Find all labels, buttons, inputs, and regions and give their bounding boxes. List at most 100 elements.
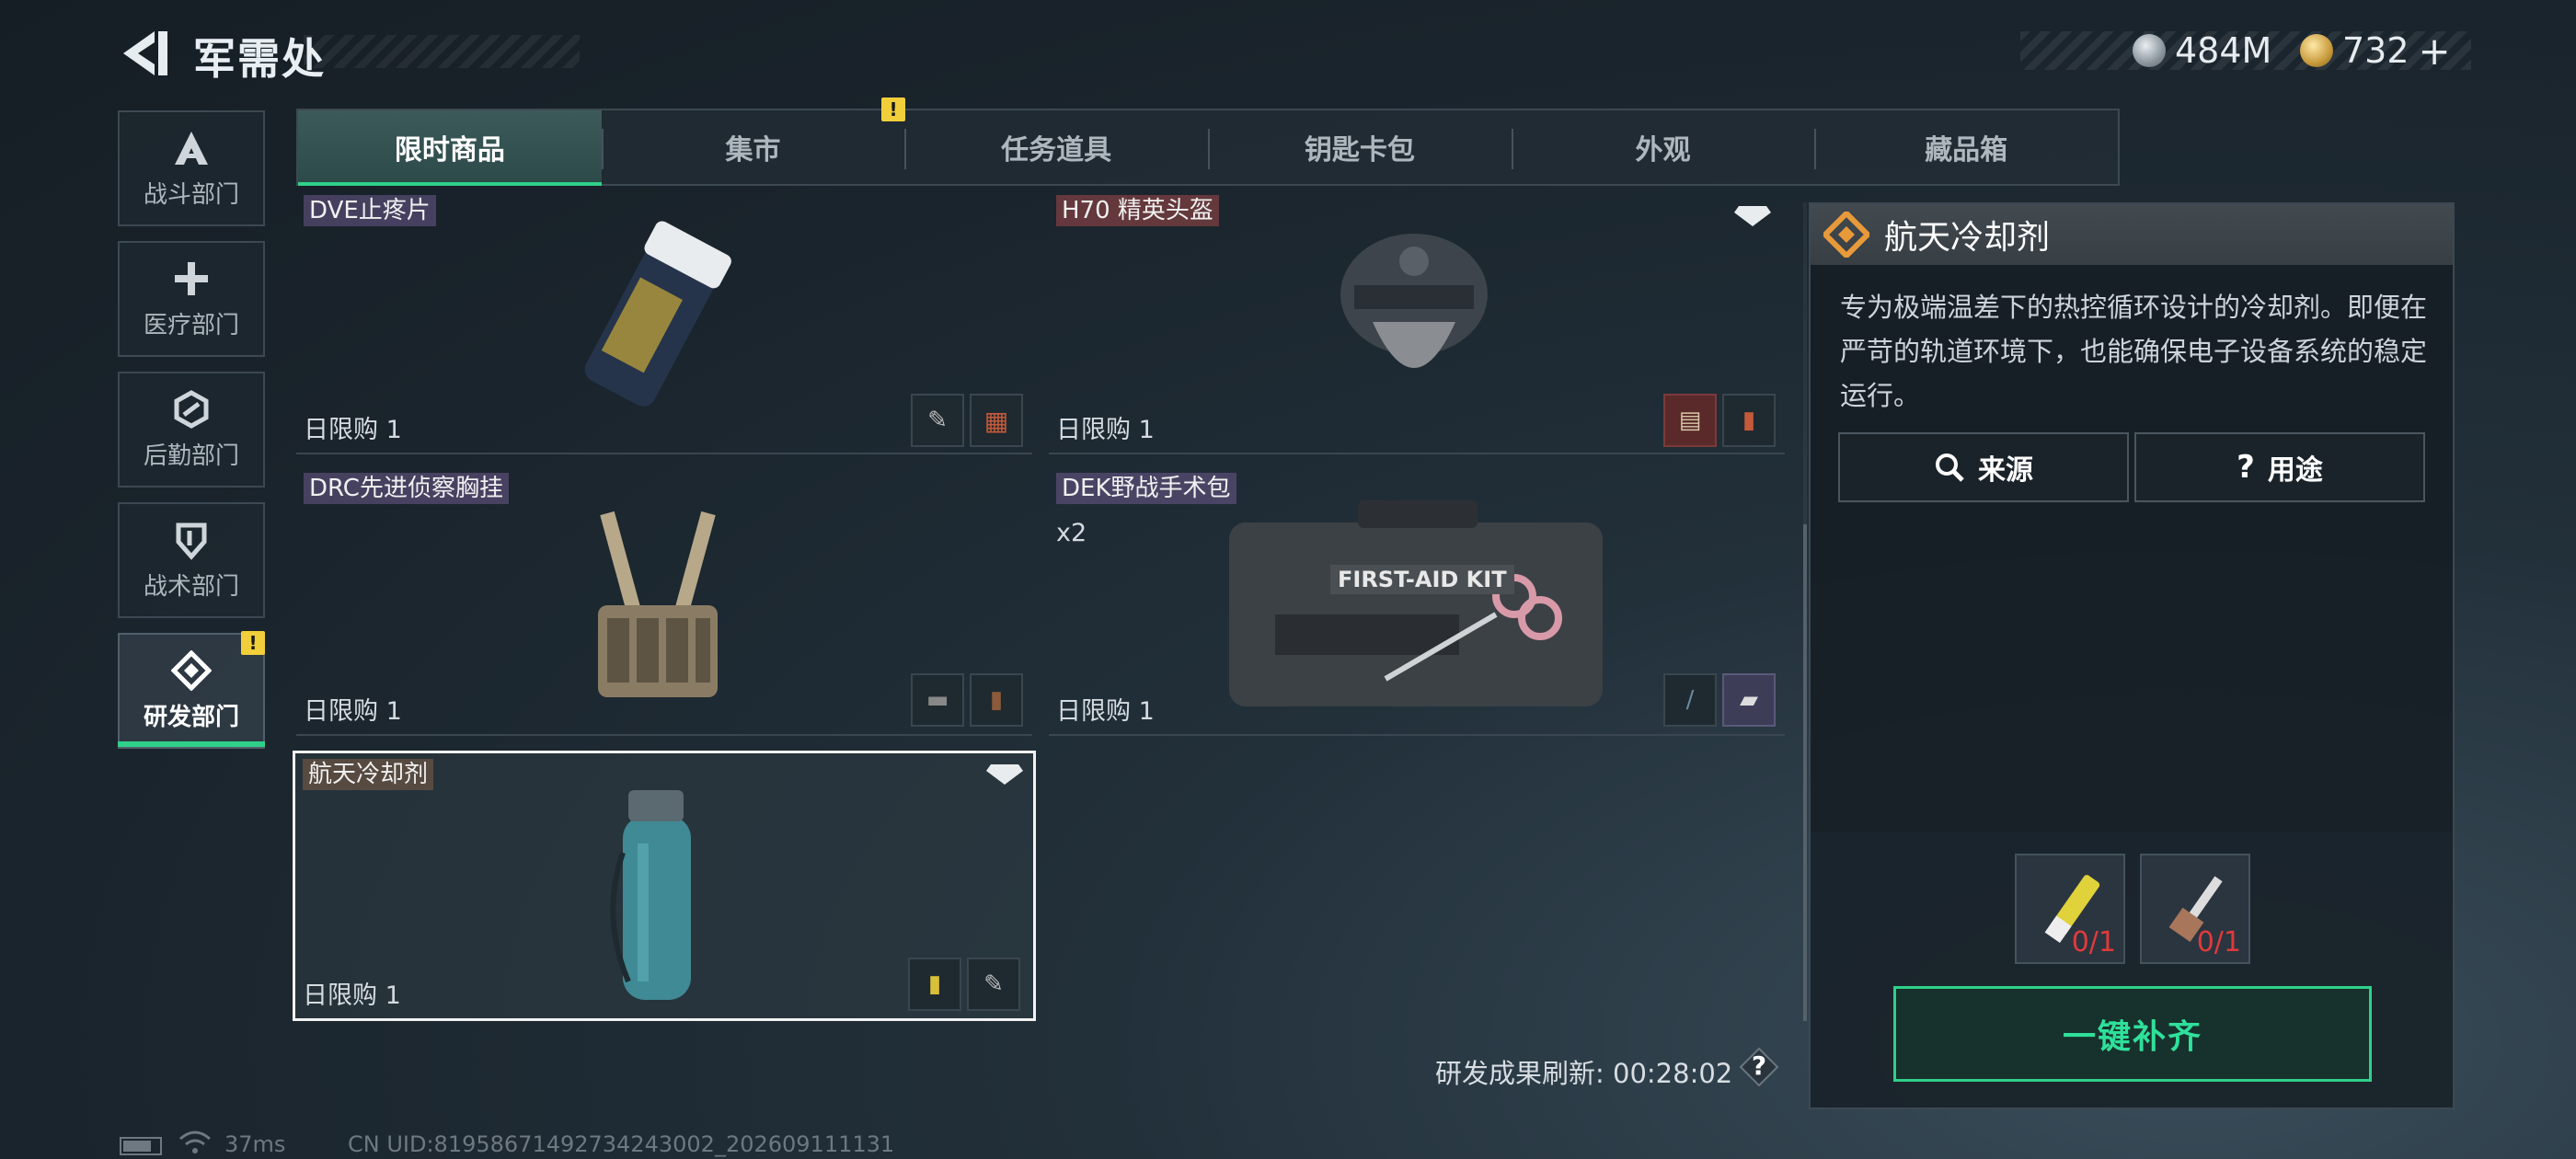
brush-icon: ✎ (983, 970, 1004, 998)
material-slot[interactable]: ▮ (970, 673, 1023, 727)
coolant-tank-icon (610, 790, 691, 1000)
helmet-icon (1340, 234, 1488, 368)
diamond-icon (986, 764, 1023, 785)
purchase-limit: 日限购 1 (304, 416, 402, 444)
tab-limited-items[interactable]: 限时商品 (298, 110, 602, 186)
kit-label: FIRST-AID KIT (1330, 565, 1514, 594)
painkiller-bottle-icon (584, 221, 731, 407)
item-card-painkiller[interactable]: DVE止疼片 日限购 1 ✎ ▦ (296, 195, 1032, 454)
usage-button[interactable]: ? 用途 (2134, 432, 2425, 502)
item-name: DVE止疼片 (304, 195, 436, 226)
material-slot[interactable]: ▬ (911, 673, 964, 727)
sidebar-item-medical[interactable]: 医疗部门 (118, 241, 265, 357)
refresh-timer-label: 研发成果刷新: (1435, 1058, 1604, 1089)
silver-amount: 484M (2175, 30, 2272, 71)
research-alert-badge: ! (241, 631, 265, 655)
material-slot[interactable]: ▮ (908, 958, 961, 1011)
page-title: 军需处 (193, 34, 326, 84)
battery-icon (120, 1137, 162, 1155)
required-material-slot[interactable]: 0/1 (2015, 854, 2125, 964)
market-alert-badge: ! (881, 98, 905, 121)
item-name: DEK野战手术包 (1056, 473, 1236, 504)
tab-collection-box[interactable]: 藏品箱 (1814, 110, 2118, 184)
plate-icon: ▬ (926, 686, 949, 714)
required-count: 0/1 (2196, 926, 2241, 958)
material-slot[interactable]: ✎ (967, 958, 1020, 1011)
bottle-icon: ▮ (989, 686, 1004, 714)
material-slot[interactable]: ✎ (911, 394, 964, 447)
material-slot[interactable]: ▮ (1722, 394, 1776, 447)
tab-quest-items[interactable]: 任务道具 (904, 110, 1208, 184)
sidebar-item-tactical[interactable]: 战术部门 (118, 502, 265, 618)
detail-description: 专为极端温差下的热控循环设计的冷却剂。即便在严苛的轨道环境下，也能确保电子设备系… (1840, 292, 2428, 411)
material-slot[interactable]: / (1663, 673, 1717, 727)
item-detail-panel: 航天冷却剂 专为极端温差下的热控循环设计的冷却剂。即便在严苛的轨道环境下，也能确… (1809, 202, 2455, 1109)
bandage-icon: ▤ (1678, 407, 1702, 434)
item-name: 航天冷却剂 (303, 759, 434, 790)
item-card-chest-rig[interactable]: DRC先进侦察胸挂 日限购 1 ▬ ▮ (296, 467, 1032, 736)
logistics-icon (171, 389, 212, 430)
source-button[interactable]: 来源 (1838, 432, 2129, 502)
tab-keycard-pack[interactable]: 钥匙卡包 (1208, 110, 1512, 184)
user-uid: CN UID:81958671492734243002_202609111131 (348, 1131, 895, 1157)
tab-market[interactable]: 集市 (601, 110, 905, 184)
shield-icon (171, 520, 212, 560)
back-button[interactable] (118, 28, 173, 79)
source-label: 来源 (1978, 454, 2033, 487)
sidebar-active-indicator (118, 741, 265, 747)
device-icon: ▮ (1742, 407, 1756, 434)
sidebar-item-label: 医疗部门 (143, 311, 239, 339)
help-button[interactable]: ? (1739, 1047, 1779, 1087)
auto-fill-button[interactable]: 一键补齐 (1893, 986, 2372, 1082)
brush-icon: ✎ (927, 407, 948, 434)
detail-title: 航天冷却剂 (1884, 219, 2051, 257)
currency-silver: 484M (2133, 30, 2271, 71)
sidebar-item-label: 战斗部门 (143, 180, 239, 209)
item-card-helmet[interactable]: H70 精英头盔 日限购 1 ▤ ▮ (1049, 195, 1785, 454)
title-decoration (304, 35, 580, 68)
item-quantity: x2 (1056, 519, 1087, 547)
help-mark: ? (1751, 1050, 1767, 1081)
material-slot[interactable]: ▰ (1722, 673, 1776, 727)
category-tabs: 限时商品 集市 任务道具 钥匙卡包 外观 藏品箱 (296, 109, 2120, 186)
sidebar-item-label: 战术部门 (143, 572, 239, 601)
currency-gold[interactable]: 732 + (2300, 29, 2451, 74)
first-aid-kit-icon: FIRST-AID KIT (1220, 495, 1612, 716)
item-rarity-icon (1823, 212, 1869, 258)
combat-icon (171, 128, 212, 168)
silver-coin-icon (2133, 34, 2166, 67)
item-name: DRC先进侦察胸挂 (304, 473, 509, 504)
chest-rig-icon (598, 511, 718, 697)
sidebar-item-logistics[interactable]: 后勤部门 (118, 372, 265, 488)
blade-icon: ▰ (1740, 686, 1758, 714)
medical-cross-icon (171, 258, 212, 299)
material-slot[interactable]: ▦ (970, 394, 1023, 447)
purchase-limit: 日限购 1 (1056, 697, 1155, 726)
required-material-slot[interactable]: 0/1 (2140, 854, 2250, 964)
crate-icon: ▦ (983, 405, 1009, 436)
wifi-icon (179, 1130, 211, 1153)
back-arrow-icon (123, 31, 167, 75)
usage-label: 用途 (2267, 454, 2323, 487)
purchase-limit: 日限购 1 (303, 981, 401, 1010)
gold-amount: 732 (2342, 30, 2409, 71)
scrollbar-thumb[interactable] (1803, 524, 1807, 1021)
item-card-surgery-kit[interactable]: DEK野战手术包 x2 FIRST-AID KIT 日限购 1 / ▰ (1049, 467, 1785, 736)
tweezers-icon: / (1685, 686, 1695, 714)
detail-header: 航天冷却剂 (1811, 204, 2453, 265)
gold-coin-icon (2300, 34, 2333, 67)
yellow-tube-icon: ▮ (927, 970, 942, 998)
sidebar-item-combat[interactable]: 战斗部门 (118, 110, 265, 226)
research-icon (171, 649, 212, 691)
refresh-timer: 研发成果刷新: 00:28:02 (1435, 1052, 1732, 1091)
purchase-limit: 日限购 1 (304, 697, 402, 726)
required-count: 0/1 (2071, 926, 2116, 958)
sidebar-item-label: 研发部门 (143, 703, 239, 731)
purchase-limit: 日限购 1 (1056, 416, 1155, 444)
tab-appearance[interactable]: 外观 (1511, 110, 1815, 184)
material-slot[interactable]: ▤ (1663, 394, 1717, 447)
ping-indicator: 37ms (224, 1131, 286, 1157)
question-icon: ? (2237, 449, 2255, 486)
item-card-coolant[interactable]: 航天冷却剂 日限购 1 ▮ ✎ (293, 751, 1036, 1021)
add-currency-button[interactable]: + (2419, 29, 2451, 74)
